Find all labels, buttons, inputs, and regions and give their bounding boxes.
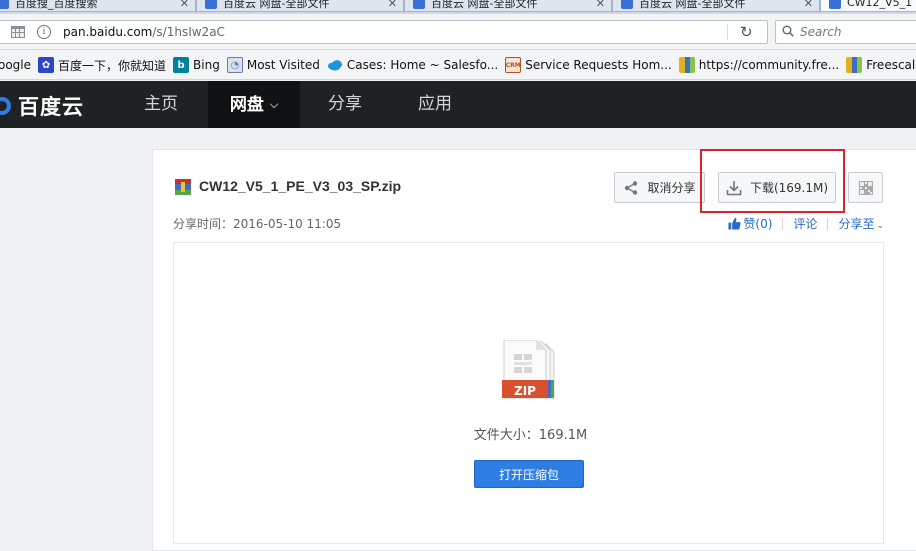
qr-code-icon: [858, 180, 873, 195]
baidu-paw-icon: [0, 0, 9, 9]
bookmark-service-requests[interactable]: CRM Service Requests Hom...: [505, 57, 672, 73]
baidu-cloud-icon: [205, 0, 217, 9]
reload-icon[interactable]: ↻: [740, 23, 753, 41]
browser-tab-active[interactable]: CW12_V5_1: [820, 0, 916, 12]
url-path: /s/1hsIw2aC: [152, 25, 225, 39]
nav-share[interactable]: 分享: [300, 81, 390, 128]
page-grid-icon[interactable]: [11, 26, 25, 38]
close-icon[interactable]: ✕: [596, 0, 605, 10]
bookmarks-bar: oogle ✿ 百度一下，你就知道 b Bing ◔ Most Visited …: [0, 51, 916, 80]
baidu-header: 百度云 主页 网盘 ⌵ 分享 应用: [0, 81, 916, 128]
close-icon[interactable]: ✕: [804, 0, 813, 10]
freescale-icon: [678, 57, 695, 73]
nav-label: 网盘: [229, 95, 264, 115]
nav-label: 主页: [144, 94, 178, 114]
divider: [827, 217, 829, 230]
baidu-cloud-logo[interactable]: 百度云: [0, 91, 84, 121]
download-button[interactable]: 下载(169.1M): [718, 172, 836, 203]
address-bar[interactable]: i pan.baidu.com/s/1hsIw2aC ↻: [0, 20, 768, 44]
nav-label: 应用: [418, 94, 452, 114]
bookmark-label: Service Requests Hom...: [525, 58, 672, 72]
bookmark-label: oogle: [0, 58, 32, 72]
bookmark-label: 百度一下，你就知道: [58, 58, 167, 73]
browser-tab-strip: 百度搜_百度搜索 ✕ 百度云 网盘-全部文件 ✕ 百度云 网盘-全部文件 ✕ 百…: [0, 0, 916, 14]
bookmark-most-visited[interactable]: ◔ Most Visited: [226, 57, 320, 73]
bookmark-label: Cases: Home ~ Salesfo...: [346, 58, 499, 72]
bookmark-label: Freescale Semiconduc: [866, 58, 916, 72]
file-size: 文件大小：169.1M: [473, 428, 588, 443]
bookmark-community[interactable]: https://community.fre...: [678, 57, 840, 73]
baidu-cloud-icon: [413, 0, 425, 9]
bookmark-bing[interactable]: b Bing: [173, 57, 220, 73]
bookmark-freescale[interactable]: Freescale Semiconduc: [846, 57, 916, 73]
url-text[interactable]: pan.baidu.com/s/1hsIw2aC: [63, 25, 225, 39]
browser-tab[interactable]: 百度云 网盘-全部文件 ✕: [196, 0, 404, 12]
zip-badge: ZIP: [514, 384, 536, 398]
button-label: 下载(169.1M): [749, 181, 829, 195]
baidu-paw-icon: ✿: [38, 57, 55, 73]
like-link[interactable]: 赞(0): [728, 215, 772, 232]
zip-file-icon: [175, 179, 191, 195]
search-input[interactable]: Search: [775, 20, 916, 44]
browser-tab[interactable]: 百度云 网盘-全部文件 ✕: [404, 0, 612, 12]
salesforce-cloud-icon: [327, 60, 342, 71]
cancel-share-button[interactable]: 取消分享: [614, 172, 705, 203]
open-zip-button[interactable]: 打开压缩包: [474, 460, 584, 488]
close-icon[interactable]: ✕: [180, 0, 189, 10]
tab-label: CW12_V5_1: [847, 0, 913, 9]
logo-text: 百度云: [18, 95, 84, 119]
chevron-down-icon: ⌄: [876, 221, 884, 231]
tab-label: 百度搜_百度搜索: [15, 0, 98, 10]
share-time: 分享时间：2016-05-10 11:05: [173, 217, 342, 231]
tab-label: 百度云 网盘-全部文件: [431, 0, 538, 10]
most-visited-icon: ◔: [226, 57, 243, 73]
thumbs-up-icon: [728, 217, 742, 230]
qr-code-button[interactable]: [848, 172, 883, 203]
share-to-label: 分享至: [838, 217, 875, 231]
tab-label: 百度云 网盘-全部文件: [223, 0, 330, 10]
bookmark-label: Most Visited: [246, 58, 320, 72]
bing-icon: b: [173, 57, 190, 73]
bookmark-label: https://community.fre...: [698, 58, 840, 72]
button-label: 打开压缩包: [498, 467, 559, 482]
nav-home[interactable]: 主页: [117, 81, 205, 128]
nav-apps[interactable]: 应用: [390, 81, 480, 128]
file-title: CW12_V5_1_PE_V3_03_SP.zip: [199, 178, 402, 194]
divider: [782, 217, 784, 230]
baidu-cloud-icon: [829, 0, 841, 9]
close-icon[interactable]: ✕: [388, 0, 397, 10]
button-label: 取消分享: [647, 181, 696, 195]
nav-netdisk[interactable]: 网盘 ⌵: [208, 81, 300, 128]
search-placeholder: Search: [800, 25, 842, 39]
file-actions: 赞(0) 评论 分享至 ⌄: [728, 215, 884, 232]
info-icon[interactable]: i: [37, 25, 51, 39]
nav-label: 分享: [328, 94, 362, 114]
share-file-card: CW12_V5_1_PE_V3_03_SP.zip 分享时间：2016-05-1…: [152, 149, 916, 551]
share-icon: [625, 180, 638, 195]
url-host: pan.baidu.com: [63, 25, 153, 39]
search-icon: [782, 25, 794, 37]
tab-label: 百度云 网盘-全部文件: [639, 0, 746, 10]
bookmark-salesforce[interactable]: Cases: Home ~ Salesfo...: [327, 57, 498, 73]
baidu-cloud-logo-icon: [0, 97, 11, 115]
browser-tab[interactable]: 百度云 网盘-全部文件 ✕: [612, 0, 820, 12]
like-label: 赞(0): [743, 217, 773, 231]
bookmark-baidu[interactable]: ✿ 百度一下，你就知道: [38, 57, 166, 74]
share-to-link[interactable]: 分享至 ⌄: [838, 215, 884, 232]
baidu-cloud-icon: [621, 0, 633, 9]
bookmark-label: Bing: [193, 58, 220, 72]
browser-nav-bar: i pan.baidu.com/s/1hsIw2aC ↻ Search: [0, 14, 916, 50]
freescale-icon: [846, 57, 863, 73]
file-preview: ZIP 文件大小：169.1M 打开压缩包: [173, 242, 884, 544]
crm-icon: CRM: [505, 57, 522, 73]
chevron-down-icon: ⌵: [269, 98, 279, 111]
divider: [727, 24, 728, 40]
comment-link[interactable]: 评论: [793, 215, 817, 232]
bookmark-google[interactable]: oogle: [0, 58, 31, 72]
download-icon: [726, 180, 742, 195]
browser-tab[interactable]: 百度搜_百度搜索 ✕: [0, 0, 196, 12]
